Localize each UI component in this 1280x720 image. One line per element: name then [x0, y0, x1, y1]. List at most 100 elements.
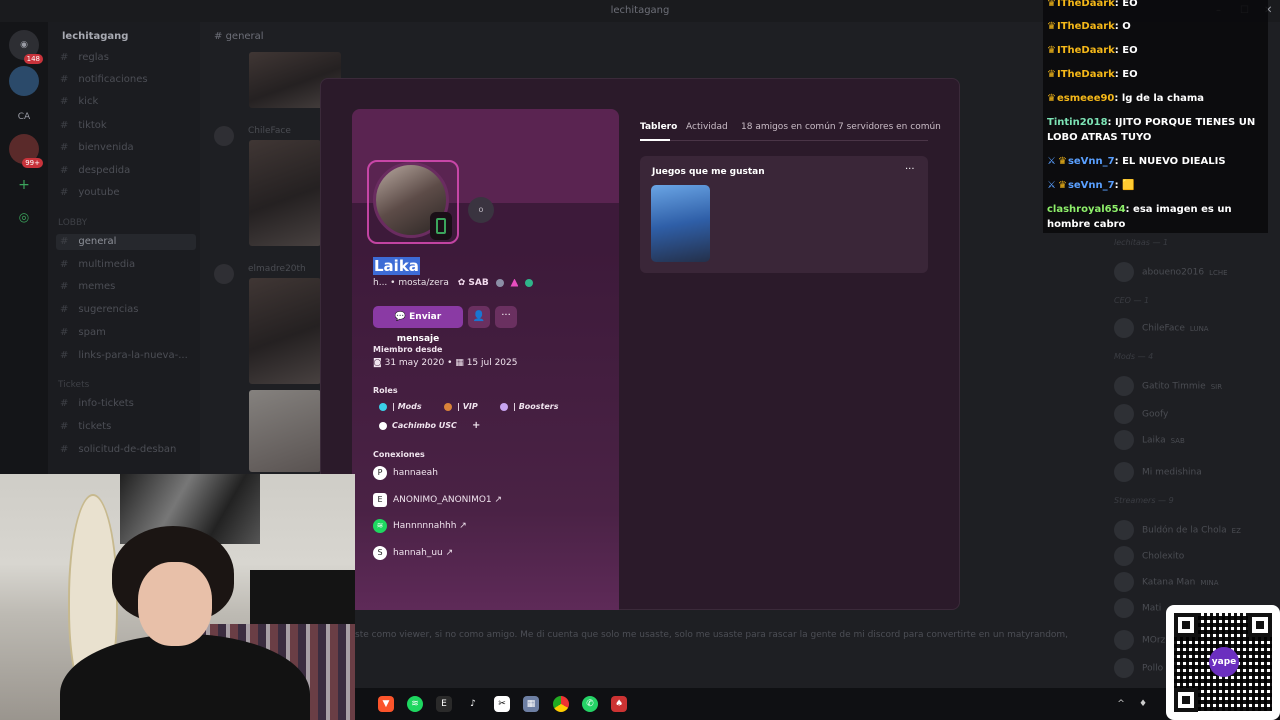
game-icon[interactable]: ♠	[611, 696, 627, 712]
channel-item[interactable]: # bienvenida	[60, 140, 134, 156]
channel-item[interactable]: # tiktok	[60, 118, 107, 134]
chat-separator: :	[1114, 156, 1123, 167]
connection-steam[interactable]: Shannah_uu ↗	[373, 545, 453, 561]
server-name[interactable]: lechitagang	[62, 31, 128, 42]
add-friend-button[interactable]: 👤	[468, 306, 490, 328]
category-lobby[interactable]: LOBBY	[58, 218, 87, 228]
chat-text: EO	[1122, 45, 1138, 56]
channel-item[interactable]: # memes	[60, 279, 115, 295]
discord-join-date: 31 may 2020	[384, 358, 445, 368]
channel-item[interactable]: # multimedia	[60, 257, 135, 273]
server-tag[interactable]: ✿ SAB	[458, 278, 489, 288]
channel-item[interactable]: # solicitud-de-desban	[60, 442, 176, 458]
channel-item[interactable]: # sugerencias	[60, 302, 138, 318]
channel-item[interactable]: # info-tickets	[60, 396, 134, 412]
chat-image[interactable]	[249, 390, 321, 472]
tab-tablero[interactable]: Tablero	[640, 122, 677, 132]
category-tickets[interactable]: Tickets	[58, 380, 89, 390]
role-pill[interactable]: | Mods	[379, 402, 422, 411]
whatsapp-icon[interactable]: ✆	[582, 696, 598, 712]
avatar	[1114, 520, 1134, 540]
home-server-icon[interactable]: ◉ 148	[9, 30, 43, 64]
member-item[interactable]: Cholexito	[1114, 546, 1184, 566]
member-item[interactable]: Mi medishina	[1114, 462, 1202, 482]
more-options-button[interactable]: ···	[495, 306, 517, 328]
server-label[interactable]: CA	[9, 102, 39, 132]
tiktok-icon[interactable]: ♪	[465, 696, 481, 712]
channel-item[interactable]: # kick	[60, 94, 98, 110]
send-message-button[interactable]: 💬 Enviar mensaje	[373, 306, 463, 344]
channel-item[interactable]: # reglas	[60, 50, 109, 66]
role-pill[interactable]: | VIP	[444, 402, 478, 411]
channel-item[interactable]: # tickets	[60, 419, 111, 435]
stream-chat-overlay: ♛ITheDaark: EO ♛ITheDaark: O ♛ITheDaark: E…	[1043, 0, 1268, 233]
tab-mutual-servers[interactable]: 7 servidores en común	[838, 122, 941, 132]
tab-actividad[interactable]: Actividad	[686, 122, 728, 132]
badge-icon[interactable]	[525, 278, 534, 287]
channel-item[interactable]: # notificaciones	[60, 72, 148, 88]
avatar[interactable]	[214, 264, 234, 284]
avatar[interactable]	[214, 126, 234, 146]
channel-item[interactable]: # spam	[60, 325, 106, 341]
epic-games-icon[interactable]: E	[436, 696, 452, 712]
member-name: ChileFace	[1142, 323, 1185, 334]
stream-chat-message: ♛ITheDaark: EO	[1047, 43, 1263, 58]
channel-item[interactable]: # youtube	[60, 185, 120, 201]
badge-icon[interactable]	[495, 278, 504, 287]
message-author[interactable]: ChileFace	[248, 126, 291, 136]
explore-icon[interactable]: ◎	[9, 202, 39, 232]
chat-image[interactable]	[249, 140, 321, 246]
brave-icon[interactable]: ▼	[378, 696, 394, 712]
member-item[interactable]: Goofy	[1114, 404, 1168, 424]
channel-item[interactable]: # links-para-la-nueva-...	[60, 348, 188, 364]
member-item[interactable]: ChileFace LUNA	[1114, 318, 1209, 338]
member-item[interactable]: Gatito Timmie SIR	[1114, 376, 1222, 396]
channel-item[interactable]: # despedida	[60, 163, 130, 179]
member-item[interactable]: Katana Man MINA	[1114, 572, 1219, 592]
badge-icon[interactable]	[510, 278, 519, 287]
member-item[interactable]: aboueno2016 LCHE	[1114, 262, 1228, 282]
member-item[interactable]: Mati	[1114, 598, 1161, 618]
sword-icon: ⚔	[1047, 180, 1056, 191]
connection-spotify[interactable]: ≋ Hannnnnahhh ↗	[373, 518, 467, 534]
microphone-icon[interactable]: ♦	[1135, 696, 1151, 712]
stream-chat-message: ♛esmeee90: lg de la chama	[1047, 91, 1263, 106]
chevron-up-icon[interactable]: ^	[1113, 696, 1129, 712]
server-icon[interactable]: 99+	[9, 134, 43, 168]
calculator-icon[interactable]: ▦	[523, 696, 539, 712]
spotify-icon[interactable]: ≋	[407, 696, 423, 712]
ellipsis-icon[interactable]: ···	[905, 164, 915, 175]
hash-icon: #	[60, 236, 69, 247]
tab-mutual-friends[interactable]: 18 amigos en común	[741, 122, 836, 132]
connection-playstation[interactable]: Phannaeah	[373, 465, 438, 481]
role-pill[interactable]: | Boosters	[500, 402, 559, 411]
member-name: Gatito Timmie	[1142, 381, 1206, 392]
add-role-button[interactable]: +	[472, 420, 480, 431]
member-item[interactable]: Buldón de la Chola EZ	[1114, 520, 1241, 540]
member-item[interactable]: Pollo	[1114, 658, 1163, 678]
game-cover[interactable]	[651, 185, 710, 262]
connection-epic[interactable]: E ANONIMO_ANONIMO1 ↗	[373, 492, 502, 508]
member-item[interactable]: MOrz	[1114, 630, 1165, 650]
add-server-icon[interactable]: +	[9, 170, 39, 200]
chrome-icon[interactable]	[553, 696, 569, 712]
role-pill[interactable]: Cachimbo USC	[379, 421, 457, 430]
server-icon: ▦	[455, 358, 467, 368]
role-color-dot	[444, 402, 452, 411]
message-author[interactable]: elmadre20th	[248, 264, 306, 274]
member-item[interactable]: Laika SAB	[1114, 430, 1185, 450]
member-name: aboueno2016	[1142, 267, 1205, 278]
channel-item-general[interactable]: # general	[56, 234, 196, 250]
profile-username: h...	[373, 278, 388, 288]
channel-name: spam	[78, 327, 106, 338]
channel-name: despedida	[78, 165, 131, 176]
custom-status-bubble[interactable]: o	[468, 197, 494, 223]
capcut-icon[interactable]: ✂	[494, 696, 510, 712]
stream-chat-message: ♛ITheDaark: EO	[1047, 0, 1263, 11]
server-icon[interactable]	[9, 66, 39, 96]
chat-image[interactable]	[249, 278, 321, 384]
steam-icon: S	[373, 545, 387, 560]
channel-header-name: general	[225, 31, 264, 42]
mobile-status-icon	[430, 212, 452, 240]
desktop-screen: lechitagang – ☐ ✕ ◉148 CA 99+ + ◎ lechit…	[0, 0, 1280, 720]
